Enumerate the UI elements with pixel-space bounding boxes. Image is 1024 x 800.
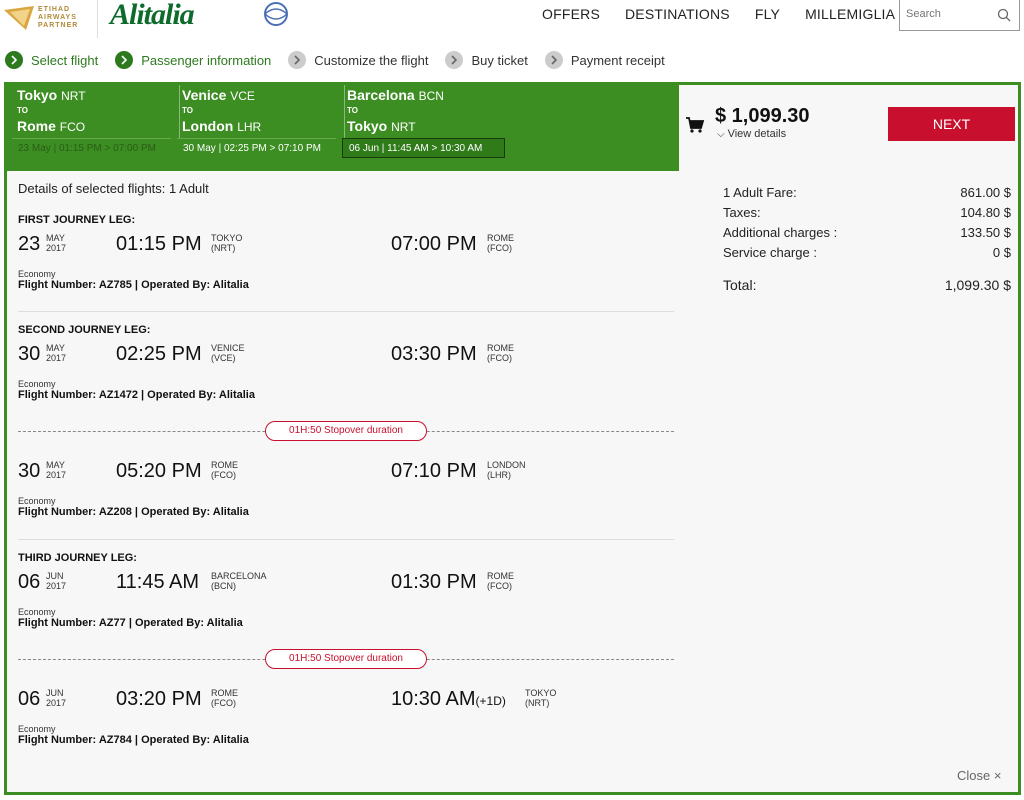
flight-segment: 30 MAY 2017 05:20 PM ROME (FCO) 07:10 PM L… <box>18 460 526 518</box>
fare-row: Taxes: 104.80 $ <box>723 205 1011 220</box>
chevron-right-icon <box>445 51 464 69</box>
fare-breakdown: 1 Adult Fare: 861.00 $ Taxes: 104.80 $ Add… <box>723 185 1011 297</box>
fare-row: 1 Adult Fare: 861.00 $ <box>723 185 1011 200</box>
leg-1-time: 23 May | 01:15 PM > 07:00 PM <box>12 138 171 158</box>
leg-title-2: SECOND JOURNEY LEG: <box>18 324 151 336</box>
leg-title-3: THIRD JOURNEY LEG: <box>18 552 137 564</box>
chevron-right-icon <box>544 51 563 69</box>
cart-icon[interactable] <box>685 115 705 135</box>
main-nav: OFFERS DESTINATIONS FLY MILLEMIGLIA <box>542 6 920 22</box>
booking-steps: Select flight Passenger information Cust… <box>0 48 1024 72</box>
chevron-down-icon: ⌵ <box>717 129 725 140</box>
leg-tab-2[interactable]: Venice VCE TO London LHR 30 May | 02:25 … <box>172 85 345 171</box>
nav-fly[interactable]: FLY <box>755 6 780 22</box>
etihad-partner-logo[interactable]: ETIHAD AIRWAYS PARTNER <box>0 0 98 38</box>
stopover-badge: 01H:50 Stopover duration <box>265 649 427 669</box>
leg-2-time: 30 May | 02:25 PM > 07:10 PM <box>177 138 336 158</box>
search-input[interactable] <box>906 8 996 20</box>
chevron-right-icon <box>288 51 307 69</box>
step-buy-ticket[interactable]: Buy ticket <box>445 51 528 69</box>
nav-millemiglia[interactable]: MILLEMIGLIA <box>805 6 895 22</box>
leg-tab-3[interactable]: Barcelona BCN TO Tokyo NRT 06 Jun | 11:4… <box>337 85 509 171</box>
leg-3-time: 06 Jun | 11:45 AM > 10:30 AM <box>342 138 505 158</box>
view-details-link[interactable]: ⌵ View details <box>717 128 786 140</box>
flight-segment: 23 MAY 2017 01:15 PM TOKYO (NRT) 07:00 PM … <box>18 233 514 291</box>
flight-segment: 06 JUN 2017 03:20 PM ROME (FCO) 10:30 AM(+… <box>18 688 557 746</box>
step-select-flight[interactable]: Select flight <box>5 51 98 69</box>
search-icon[interactable] <box>997 8 1011 22</box>
total-price: $ 1,099.30 <box>715 105 810 127</box>
step-passenger-information[interactable]: Passenger information <box>115 51 271 69</box>
search-box[interactable] <box>899 0 1020 31</box>
flight-segment: 30 MAY 2017 02:25 PM VENICE (VCE) 03:30 PM… <box>18 343 514 401</box>
chevron-right-icon <box>5 51 23 69</box>
stopover-divider: 01H:50 Stopover duration <box>18 421 674 441</box>
fare-row: Service charge :0 $ <box>723 245 1011 260</box>
etihad-text: ETIHAD AIRWAYS PARTNER <box>38 6 79 29</box>
fare-total: Total: 1,099.30 $ <box>723 277 1011 293</box>
legs-bar: Tokyo NRT TO Rome FCO 23 May | 01:15 PM … <box>7 85 679 171</box>
next-button[interactable]: NEXT <box>888 107 1015 141</box>
alitalia-logo[interactable]: Alitalia <box>110 0 195 32</box>
leg-title-1: FIRST JOURNEY LEG: <box>18 214 136 226</box>
divider <box>18 311 674 312</box>
flight-summary-panel: Tokyo NRT TO Rome FCO 23 May | 01:15 PM … <box>4 82 1021 795</box>
flight-segment: 06 JUN 2017 11:45 AM BARCELONA (BCN) 01:30… <box>18 571 514 629</box>
stopover-badge: 01H:50 Stopover duration <box>265 421 427 441</box>
fare-row: Additional charges :133.50 $ <box>723 225 1011 240</box>
close-button[interactable]: Close × <box>957 768 1001 783</box>
divider <box>18 539 674 540</box>
step-customize-flight[interactable]: Customize the flight <box>288 51 428 69</box>
stopover-divider: 01H:50 Stopover duration <box>18 649 674 669</box>
step-payment-receipt[interactable]: Payment receipt <box>544 51 665 69</box>
details-heading: Details of selected flights: 1 Adult <box>18 181 209 196</box>
etihad-emblem-icon <box>4 6 34 30</box>
flight-details: Details of selected flights: 1 Adult FIR… <box>18 181 674 746</box>
nav-offers[interactable]: OFFERS <box>542 6 600 22</box>
skyteam-icon <box>264 2 288 26</box>
top-header: ETIHAD AIRWAYS PARTNER Alitalia OFFERS D… <box>0 0 1024 40</box>
chevron-right-icon <box>115 51 134 69</box>
leg-tab-1[interactable]: Tokyo NRT TO Rome FCO 23 May | 01:15 PM … <box>7 85 180 171</box>
nav-destinations[interactable]: DESTINATIONS <box>625 6 730 22</box>
